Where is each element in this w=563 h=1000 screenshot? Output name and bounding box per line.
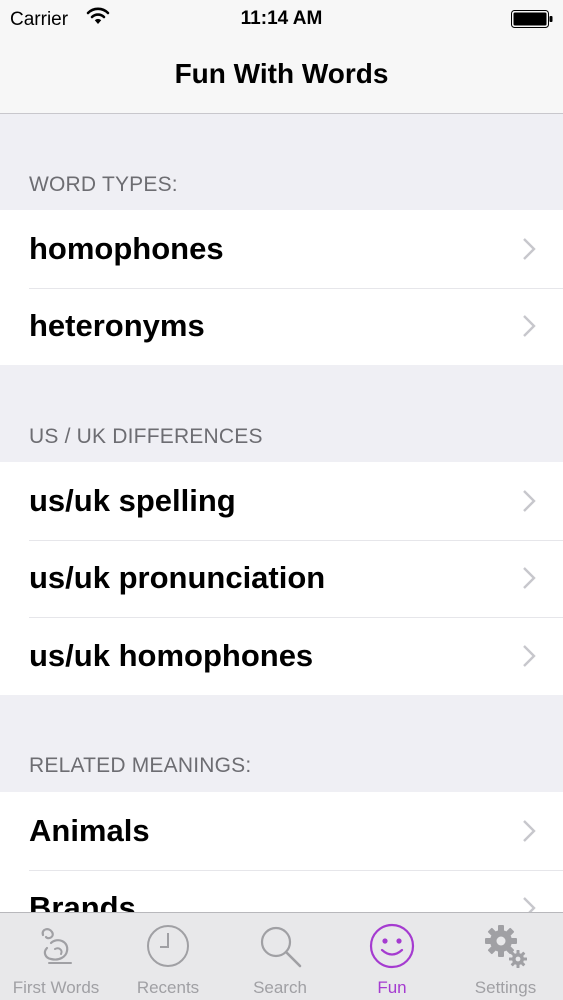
list-item-label: Brands	[29, 890, 136, 912]
chevron-right-icon	[523, 897, 536, 912]
chevron-right-icon	[523, 644, 536, 667]
list-item-label: us/uk pronunciation	[29, 560, 326, 596]
list-item-label: Animals	[29, 812, 150, 848]
section-header-related-meanings: RELATED MEANINGS:	[29, 754, 252, 777]
tab-label: First Words	[12, 978, 100, 997]
status-bar: Carrier 11:14 AM	[0, 0, 563, 40]
list-item-label: heteronyms	[29, 308, 205, 344]
section-header-word-types: WORD TYPES:	[29, 173, 178, 196]
page-title: Fun With Words	[174, 58, 389, 89]
section-us-uk-differences: us/uk spelling us/uk pronunciation us/uk…	[0, 462, 563, 695]
gear-icon	[484, 925, 527, 968]
tab-label: Fun	[377, 978, 407, 997]
battery-icon	[511, 10, 553, 28]
tab-search[interactable]: Search	[224, 913, 336, 1000]
first-words-icon	[41, 928, 72, 964]
tab-label: Search	[253, 978, 307, 997]
tab-settings[interactable]: Settings	[448, 913, 563, 1000]
tab-bar: First Words Recents Search Fun Settings	[0, 912, 563, 1000]
smiley-icon	[369, 923, 415, 969]
list-item-heteronyms[interactable]: heteronyms	[0, 287, 563, 366]
tab-first-words[interactable]: First Words	[0, 913, 112, 1000]
section-related-meanings: Animals Brands	[0, 792, 563, 912]
list-item-us-uk-pronunciation[interactable]: us/uk pronunciation	[0, 539, 563, 618]
chevron-right-icon	[523, 489, 536, 512]
clock-time: 11:14 AM	[240, 8, 323, 29]
navigation-bar: Fun With Words	[0, 40, 563, 114]
table-view[interactable]: WORD TYPES: homophones heteronyms US / U…	[0, 115, 563, 912]
list-item-label: us/uk spelling	[29, 482, 236, 518]
chevron-right-icon	[523, 567, 536, 590]
chevron-right-icon	[523, 237, 536, 260]
tab-label: Recents	[136, 978, 200, 997]
chevron-right-icon	[523, 315, 536, 338]
list-item-animals[interactable]: Animals	[0, 792, 563, 870]
tab-label: Settings	[474, 978, 537, 997]
tab-fun[interactable]: Fun	[336, 913, 448, 1000]
list-item-us-uk-spelling[interactable]: us/uk spelling	[0, 462, 563, 540]
list-item-us-uk-homophones[interactable]: us/uk homophones	[0, 617, 563, 695]
section-header-us-uk: US / UK DIFFERENCES	[29, 425, 263, 448]
list-item-brands[interactable]: Brands	[0, 869, 563, 912]
list-item-homophones[interactable]: homophones	[0, 210, 563, 288]
list-item-label: us/uk homophones	[29, 637, 314, 673]
list-item-label: homophones	[29, 230, 224, 266]
section-word-types: homophones heteronyms	[0, 210, 563, 365]
tab-recents[interactable]: Recents	[112, 913, 224, 1000]
search-icon	[260, 926, 302, 968]
chevron-right-icon	[523, 819, 536, 842]
clock-icon	[147, 925, 189, 967]
